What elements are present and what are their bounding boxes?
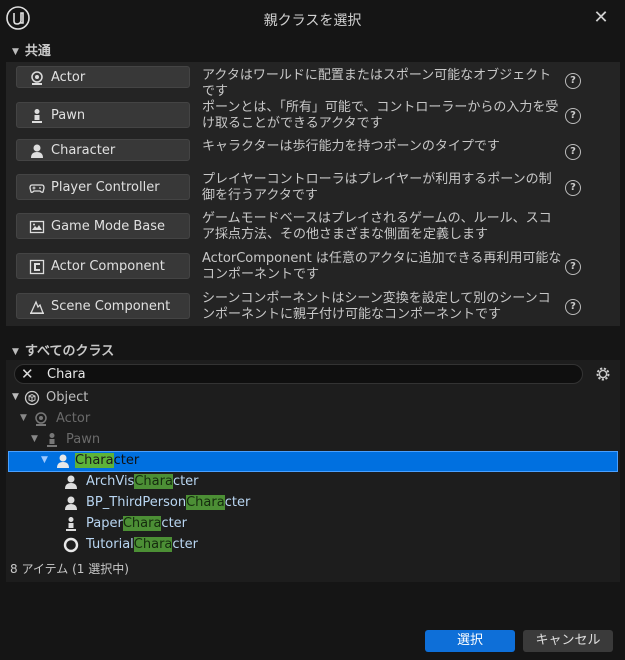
scene-component-class-button[interactable]: Scene Component (16, 293, 190, 319)
label-rest: cter (161, 516, 188, 531)
actor-component-class-button[interactable]: Actor Component (16, 253, 190, 279)
all-classes-section-title: すべてのクラス (24, 344, 115, 359)
tree-row-pawn[interactable]: ▼ Pawn (6, 430, 620, 451)
tree-label-object: Object (46, 390, 89, 405)
tree-row-tutorial-character[interactable]: TutorialCharacter (6, 535, 620, 556)
tree-row-bp-thirdperson-character[interactable]: BP_ThirdPersonCharacter (6, 493, 620, 514)
tree-row-object[interactable]: ▼ Object (6, 388, 620, 409)
label-prefix: Tutorial (86, 537, 134, 552)
pawn-class-label: Pawn (51, 108, 86, 123)
scene-component-class-description: シーンコンポーネントはシーン変換を設定して別のシーンコンポーネントに親子付け可能… (202, 291, 551, 322)
actor-icon (31, 71, 43, 85)
tree-row-archvis-character[interactable]: ArchVisCharacter (6, 472, 620, 493)
character-icon (57, 454, 69, 468)
character-icon (65, 475, 77, 489)
actor-icon (35, 412, 47, 426)
collapse-triangle-icon: ▼ (12, 347, 19, 357)
label-rest: cter (113, 453, 140, 468)
player-controller-class-button[interactable]: Player Controller (16, 174, 190, 200)
tree-label-pawn: Pawn (66, 432, 101, 447)
tree-label-tutorial-character: TutorialCharacter (86, 537, 198, 552)
help-icon[interactable]: ? (565, 299, 581, 315)
help-icon[interactable]: ? (565, 144, 581, 160)
cancel-button[interactable]: キャンセル (523, 630, 613, 652)
search-match-highlight: Chara (75, 453, 114, 468)
tree-label-bp-thirdperson-character: BP_ThirdPersonCharacter (86, 495, 250, 510)
all-classes-panel: ✕ ▼ Object ▼ Actor ▼ Pawn ▼ Character Ar… (6, 360, 620, 582)
common-section-header[interactable]: ▼ 共通 (0, 40, 625, 62)
actor-class-label: Actor (51, 70, 86, 85)
scene-component-class-label: Scene Component (51, 299, 171, 314)
actor-class-button[interactable]: Actor (16, 66, 190, 88)
expand-arrow-icon[interactable]: ▼ (31, 434, 38, 444)
game-mode-base-class-button[interactable]: Game Mode Base (16, 213, 190, 239)
class-search-box: ✕ (14, 364, 583, 384)
clear-search-icon[interactable]: ✕ (21, 366, 34, 382)
character-class-label: Character (51, 143, 116, 158)
character-icon (65, 496, 77, 510)
common-section-title: 共通 (24, 44, 51, 59)
circle-icon (63, 537, 79, 553)
expand-arrow-icon[interactable]: ▼ (12, 392, 19, 402)
game-mode-base-class-description: ゲームモードベースはプレイされるゲームの、ルール、スコア採点方法、その他さまざま… (202, 211, 552, 242)
game-mode-base-class-label: Game Mode Base (51, 219, 166, 234)
all-classes-section-header[interactable]: ▼ すべてのクラス (0, 340, 625, 362)
pawn-icon (47, 433, 57, 447)
tree-row-actor[interactable]: ▼ Actor (6, 409, 620, 430)
tree-row-paper-character[interactable]: PaperCharacter (6, 514, 620, 535)
scene-component-icon (29, 300, 44, 314)
actor-class-description: アクタはワールドに配置またはスポーン可能なオブジェクトです (202, 68, 552, 99)
collapse-triangle-icon: ▼ (12, 47, 19, 57)
gamepad-icon (29, 184, 45, 193)
player-controller-class-label: Player Controller (51, 180, 160, 195)
tree-row-character-selected[interactable]: ▼ Character (8, 451, 618, 472)
label-rest: cter (172, 537, 198, 552)
game-mode-icon (29, 220, 45, 234)
tree-label-archvis-character: ArchVisCharacter (86, 474, 199, 489)
search-match-highlight: Chara (134, 474, 173, 489)
help-icon[interactable]: ? (565, 73, 581, 89)
tree-label-paper-character: PaperCharacter (86, 516, 187, 531)
label-rest: cter (172, 474, 199, 489)
expand-arrow-icon[interactable]: ▼ (41, 455, 48, 465)
player-controller-class-description: プレイヤーコントローラはプレイヤーが利用するポーンの制御を行うアクタです (202, 172, 552, 203)
dialog-title: 親クラスを選択 (263, 13, 362, 29)
pawn-icon (66, 517, 76, 531)
component-icon (29, 259, 45, 275)
object-icon (24, 390, 40, 406)
search-match-highlight: Chara (122, 516, 162, 531)
select-button[interactable]: 選択 (425, 630, 515, 652)
pawn-class-button[interactable]: Pawn (16, 102, 190, 128)
tree-label-actor: Actor (56, 411, 91, 426)
actor-component-class-description: ActorComponent は任意のアクタに追加できる再利用可能なコンポーネン… (202, 251, 562, 282)
pawn-icon (32, 109, 42, 123)
label-prefix: Paper (86, 516, 123, 531)
help-icon[interactable]: ? (565, 259, 581, 275)
label-rest: cter (224, 495, 251, 510)
common-classes-panel: Actor アクタはワールドに配置またはスポーン可能なオブジェクトです ? Pa… (6, 62, 620, 326)
class-search-input[interactable] (47, 366, 547, 382)
item-count-status: 8 アイテム (1 選択中) (10, 562, 129, 576)
help-icon[interactable]: ? (565, 108, 581, 124)
expand-arrow-icon[interactable]: ▼ (20, 413, 27, 423)
pawn-class-description: ポーンとは、「所有」可能で、コントローラーからの入力を受け取ることができるアクタ… (202, 100, 559, 131)
search-match-highlight: Chara (133, 537, 173, 552)
character-icon (31, 144, 43, 158)
help-icon[interactable]: ? (565, 180, 581, 196)
actor-component-class-label: Actor Component (51, 259, 165, 274)
character-class-description: キャラクターは歩行能力を持つポーンのタイプです (202, 139, 500, 154)
label-prefix: ArchVis (86, 474, 135, 489)
close-icon[interactable]: ✕ (591, 8, 611, 28)
character-class-button[interactable]: Character (16, 139, 190, 161)
gear-icon[interactable] (594, 365, 612, 383)
title-bar: 親クラスを選択 ✕ (0, 0, 625, 36)
label-prefix: BP_ThirdPerson (86, 495, 187, 510)
search-match-highlight: Chara (186, 495, 225, 510)
tree-label-character: Character (75, 453, 139, 468)
